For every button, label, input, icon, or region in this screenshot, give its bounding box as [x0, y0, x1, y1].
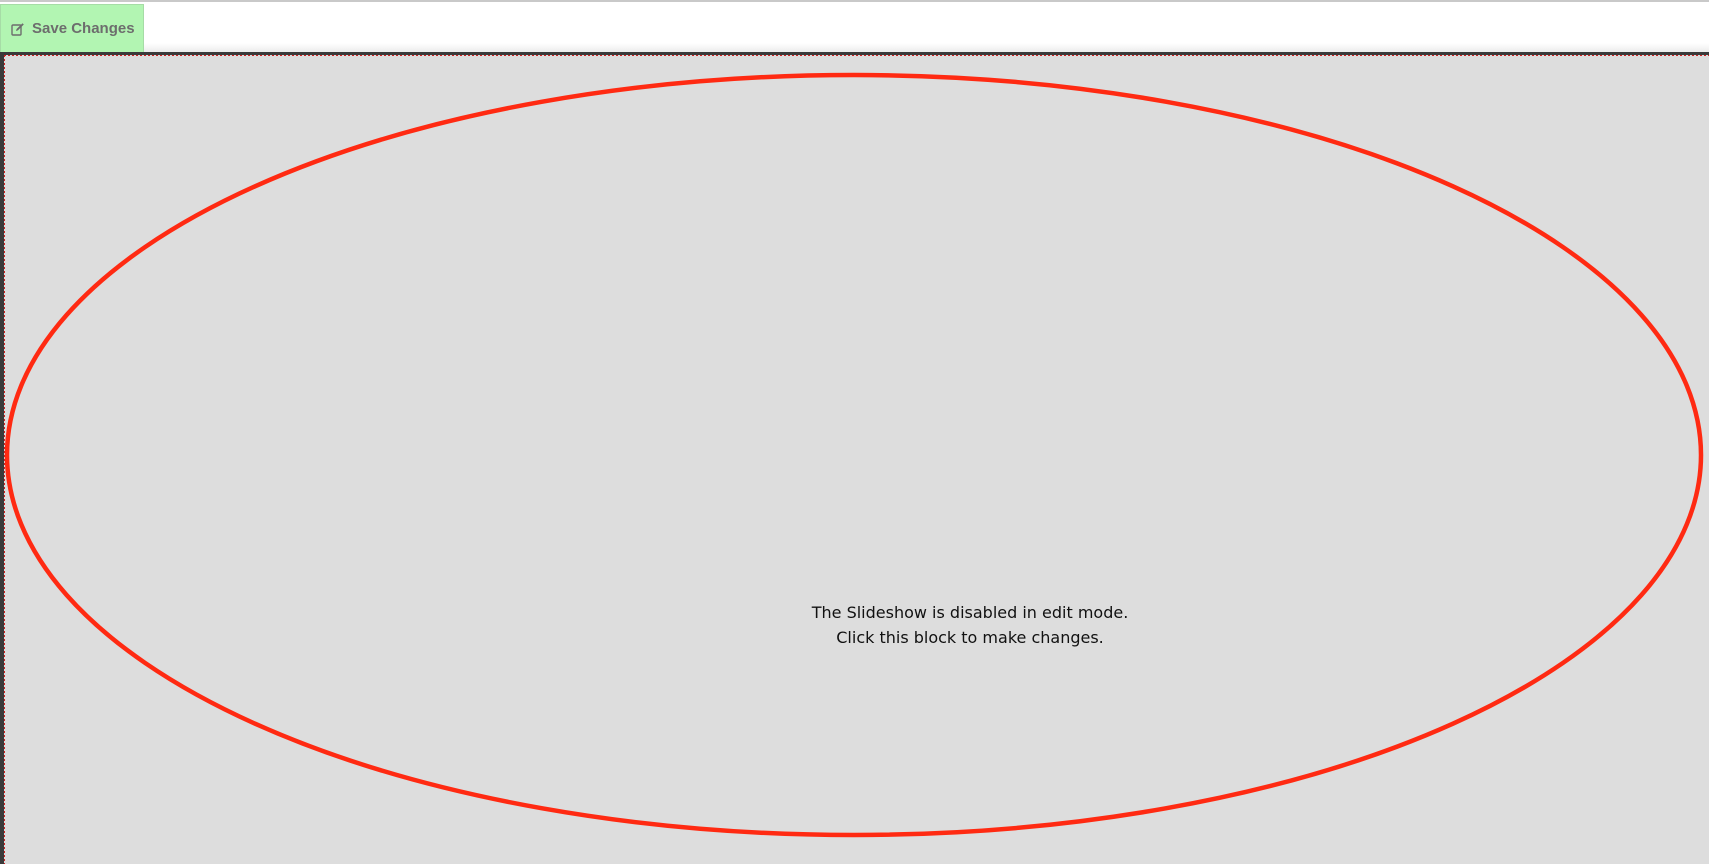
slideshow-disabled-message: The Slideshow is disabled in edit mode. …: [770, 600, 1170, 650]
editor-toolbar: Save Changes: [0, 0, 1709, 53]
message-line-1: The Slideshow is disabled in edit mode.: [811, 603, 1129, 622]
slideshow-edit-block[interactable]: The Slideshow is disabled in edit mode. …: [0, 52, 1709, 864]
save-changes-label: Save Changes: [32, 20, 135, 37]
highlight-ellipse: [4, 72, 1704, 838]
message-line-2: Click this block to make changes.: [836, 628, 1104, 647]
save-changes-button[interactable]: Save Changes: [0, 4, 144, 53]
edit-icon: [10, 21, 26, 37]
